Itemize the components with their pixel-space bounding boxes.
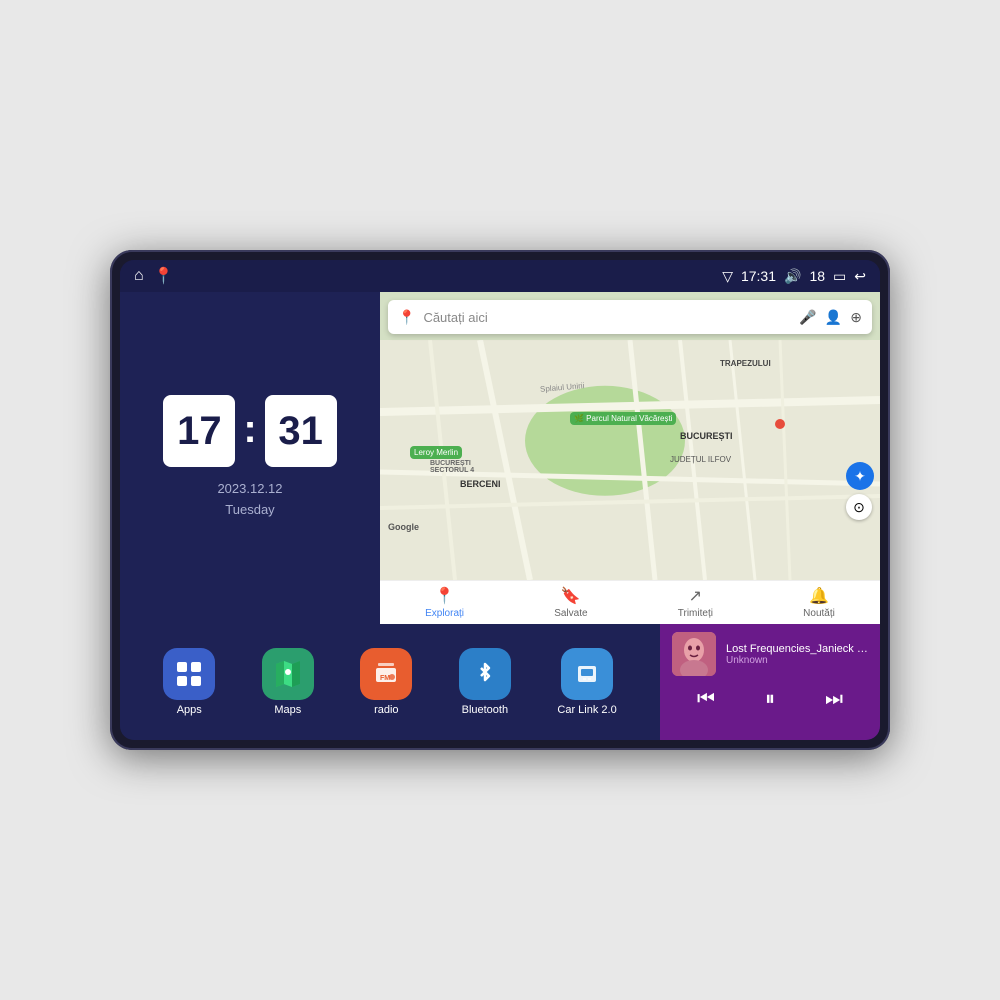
apps-label: Apps: [177, 704, 202, 716]
back-icon[interactable]: ↩: [854, 268, 866, 285]
bluetooth-label: Bluetooth: [462, 704, 508, 716]
news-icon: 🔔: [809, 586, 829, 606]
clock-panel: 17 : 31 2023.12.12 Tuesday: [120, 292, 380, 624]
maps-icon: [262, 648, 314, 700]
map-bottom-nav: 📍 Explorați 🔖 Salvate ↗ Trimiteți 🔔: [380, 580, 880, 624]
device-screen: ⌂ 📍 ▽ 17:31 🔊 18 ▭ ↩ 17 :: [120, 260, 880, 740]
music-panel: Lost Frequencies_Janieck Devy-... Unknow…: [660, 624, 880, 740]
apps-icon: [163, 648, 215, 700]
map-nav-news[interactable]: 🔔 Noutăți: [803, 586, 835, 619]
map-search-bar[interactable]: 📍 Căutați aici 🎤 👤 ⊕: [388, 300, 872, 334]
app-item-maps[interactable]: Maps: [262, 648, 314, 716]
map-nav-saved[interactable]: 🔖 Salvate: [554, 586, 587, 619]
bluetooth-icon: [459, 648, 511, 700]
radio-icon: FM: [360, 648, 412, 700]
map-search-placeholder[interactable]: Căutați aici: [423, 310, 791, 325]
volume-icon: 🔊: [784, 268, 801, 285]
time-display: 17:31: [741, 268, 776, 284]
layers-icon[interactable]: ⊕: [850, 309, 862, 326]
google-logo: Google: [388, 522, 419, 532]
map-nav-button[interactable]: ✦: [846, 462, 874, 490]
status-right-area: ▽ 17:31 🔊 18 ▭ ↩: [722, 268, 866, 285]
map-label-bucuresti: BUCUREȘTI: [680, 431, 733, 441]
map-nav-explore[interactable]: 📍 Explorați: [425, 586, 464, 619]
map-pin-parc: 🌿 Parcul Natural Văcărești: [570, 412, 676, 425]
map-panel[interactable]: 📍 Căutați aici 🎤 👤 ⊕: [380, 292, 880, 624]
map-pin-leroy: Leroy Merlin: [410, 446, 462, 459]
map-label-sector4: BUCUREȘTISECTORUL 4: [430, 460, 474, 474]
top-section: 17 : 31 2023.12.12 Tuesday 📍 Căutați aic…: [120, 292, 880, 624]
bottom-section: Apps Maps: [120, 624, 880, 740]
clock-date: 2023.12.12 Tuesday: [217, 479, 282, 521]
car-head-unit: ⌂ 📍 ▽ 17:31 🔊 18 ▭ ↩ 17 :: [110, 250, 890, 750]
gps-icon: ▽: [722, 268, 733, 285]
music-artist: Unknown: [726, 655, 868, 666]
map-label-berceni: BERCENI: [460, 479, 501, 489]
music-thumbnail: [672, 632, 716, 676]
maps-status-icon[interactable]: 📍: [154, 266, 174, 286]
map-pin-icon: 📍: [398, 309, 415, 326]
app-item-radio[interactable]: FM radio: [360, 648, 412, 716]
map-search-actions: 🎤 👤 ⊕: [799, 309, 862, 326]
clock-minutes: 31: [265, 395, 337, 467]
status-left-icons: ⌂ 📍: [134, 266, 174, 286]
share-icon: ↗: [689, 586, 702, 606]
battery-level: 18: [809, 268, 825, 284]
radio-label: radio: [374, 704, 398, 716]
music-controls: ⏮ ⏸ ⏭: [672, 684, 868, 715]
clock-colon: :: [243, 407, 256, 452]
map-label-ilfov: JUDEȚUL ILFOV: [670, 455, 731, 464]
clock-hours: 17: [163, 395, 235, 467]
app-item-carlink[interactable]: Car Link 2.0: [557, 648, 616, 716]
app-item-bluetooth[interactable]: Bluetooth: [459, 648, 511, 716]
clock-display: 17 : 31: [163, 395, 336, 467]
carlink-label: Car Link 2.0: [557, 704, 616, 716]
maps-label: Maps: [274, 704, 301, 716]
map-nav-share[interactable]: ↗ Trimiteți: [678, 586, 713, 619]
battery-icon: ▭: [833, 268, 846, 285]
app-item-apps[interactable]: Apps: [163, 648, 215, 716]
map-visual: TRAPEZULUI BUCUREȘTI JUDEȚUL ILFOV BERCE…: [380, 340, 880, 580]
svg-text:FM: FM: [380, 675, 390, 682]
account-icon[interactable]: 👤: [825, 309, 842, 326]
music-text: Lost Frequencies_Janieck Devy-... Unknow…: [726, 643, 868, 666]
prev-button[interactable]: ⏮: [689, 684, 723, 715]
music-title: Lost Frequencies_Janieck Devy-...: [726, 643, 868, 655]
saved-icon: 🔖: [561, 586, 581, 606]
mic-icon[interactable]: 🎤: [799, 309, 816, 326]
carlink-icon: [561, 648, 613, 700]
home-icon[interactable]: ⌂: [134, 267, 144, 285]
status-bar: ⌂ 📍 ▽ 17:31 🔊 18 ▭ ↩: [120, 260, 880, 292]
main-area: 17 : 31 2023.12.12 Tuesday 📍 Căutați aic…: [120, 292, 880, 740]
next-button[interactable]: ⏭: [817, 684, 851, 715]
apps-row: Apps Maps: [120, 624, 660, 740]
explore-icon: 📍: [435, 586, 455, 606]
map-compass[interactable]: ⊙: [846, 494, 872, 520]
map-label-trapezului: TRAPEZULUI: [720, 359, 771, 368]
play-pause-button[interactable]: ⏸: [757, 684, 783, 715]
music-info: Lost Frequencies_Janieck Devy-... Unknow…: [672, 632, 868, 676]
